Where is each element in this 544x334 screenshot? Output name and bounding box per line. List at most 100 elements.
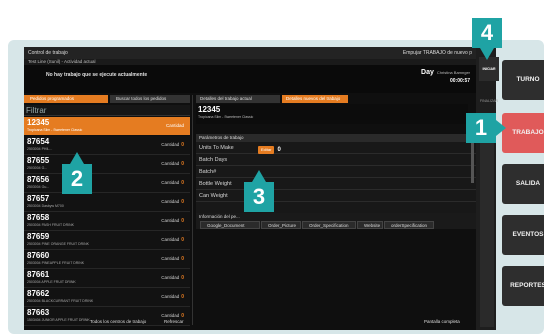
no-job-message: No hay trabajo que se ejecute actualment… [46, 72, 148, 78]
callout-arrow [70, 152, 84, 164]
order-qty: Cantidad 0 [161, 237, 184, 243]
qty-label: Cantidad [161, 294, 180, 299]
qty-label: Cantidad [161, 161, 180, 166]
param-label: Bottle Weight [199, 181, 232, 187]
tab-new-details[interactable]: Detalles nuevos del trabajo [282, 95, 348, 103]
order-number: 87654 [27, 137, 50, 146]
param-row: Units To Make Editar 0 [196, 142, 476, 154]
callout-badge: 1 [466, 113, 496, 143]
list-item[interactable]: 87660 2503004 PINEAPPLE FRUIT DRINK Cantid… [24, 250, 190, 269]
left-tabs: Pedidos programados Buscar todos los ped… [24, 95, 190, 103]
tab-order-picture[interactable]: Order_Picture [261, 221, 301, 229]
param-row: Batch# [196, 166, 476, 178]
order-desc: 2503004 Gu... [27, 185, 50, 189]
tab-search-orders[interactable]: Buscar todos los pedidos [110, 95, 190, 103]
all-centers-button[interactable]: Todos los centros de trabajo [90, 317, 146, 326]
order-desc: 2503004 BLACKCURRANT FRUIT DRINK [27, 299, 94, 303]
day-label: Day [421, 69, 434, 76]
finish-button[interactable]: FINALIZAR [479, 89, 499, 113]
qty-label: Cantidad [161, 275, 180, 280]
order-desc: 2503004 Dasbyw M700 [27, 204, 64, 208]
order-number: 87657 [27, 194, 50, 203]
qty-value: 0 [181, 161, 184, 167]
order-number: 87655 [27, 156, 50, 165]
qty-value: 0 [181, 294, 184, 300]
shift-button[interactable]: TURNO [502, 60, 544, 100]
order-header: 12345 Tropicana Slim - Sweetener Classic [196, 104, 468, 124]
order-number: 87660 [27, 251, 50, 260]
output-button[interactable]: SALIDA [502, 164, 544, 204]
refresh-button[interactable]: Refrescar [164, 317, 184, 326]
callout-arrow [480, 48, 494, 60]
tab-website[interactable]: Website [357, 221, 383, 229]
callout-badge: 3 [244, 182, 274, 212]
order-qty: Cantidad 0 [161, 199, 184, 205]
order-qty: Cantidad 0 [161, 294, 184, 300]
start-button[interactable]: INICIAR [479, 57, 499, 81]
qty-value: 0 [181, 237, 184, 243]
order-qty-label: Cantidad [165, 123, 184, 128]
list-item[interactable]: 87659 2503004 PINE ORANGE FRUIT DRINK Cant… [24, 231, 190, 250]
order-desc: 2503004 PHIL... [27, 147, 53, 151]
qty-value: 0 [181, 275, 184, 281]
order-number: 12345 [27, 118, 50, 127]
tab-order-specification[interactable]: Order_Specification [302, 221, 356, 229]
order-qty: Cantidad 0 [161, 256, 184, 262]
shift-day: Day Christina Bamnger [421, 69, 470, 76]
tab-programmed-orders[interactable]: Pedidos programados [24, 95, 108, 103]
order-list: 87654 2503004 PHIL... Cantidad 0 87655 25030… [24, 136, 190, 326]
job-side-panel: INICIAR FINALIZAR [476, 47, 499, 330]
events-button[interactable]: EVENTOS [502, 215, 544, 255]
list-item[interactable]: 87657 2503004 Dasbyw M700 Cantidad 0 [24, 193, 190, 212]
order-number: 87656 [27, 175, 50, 184]
tab-order-spec[interactable]: orderSpecification [384, 221, 434, 229]
tab-current-details[interactable]: Detalles del trabajo actual [196, 95, 280, 103]
params-heading: Parámetros de trabajo [196, 134, 476, 142]
list-item[interactable]: 87662 2503004 BLACKCURRANT FRUIT DRINK Can… [24, 288, 190, 307]
order-qty: Cantidad 0 [161, 275, 184, 281]
job-button[interactable]: TRABAJO [502, 113, 544, 153]
order-number: 87659 [27, 232, 50, 241]
qty-label: Cantidad [161, 199, 180, 204]
edit-button[interactable]: Editar [258, 146, 275, 154]
callout-arrow [252, 170, 266, 182]
fullscreen-button[interactable]: Pantalla completa [424, 317, 460, 326]
list-item[interactable]: 87656 2503004 Gu... Cantidad 0 [24, 174, 190, 193]
qty-value: 0 [181, 218, 184, 224]
qty-value: 0 [181, 256, 184, 262]
param-row: Batch Days [196, 154, 476, 166]
qty-label: Cantidad [161, 237, 180, 242]
qty-label: Cantidad [161, 180, 180, 185]
callout-badge: 4 [472, 18, 502, 48]
tab-google-document[interactable]: Google_Document [200, 221, 260, 229]
callout-arrow [496, 120, 506, 136]
param-label: Units To Make [199, 145, 234, 151]
left-footer: Todos los centros de trabajo Refrescar [24, 317, 190, 326]
qty-label: Cantidad [161, 256, 180, 261]
order-info-panel: Información del pe... Google_Document Or… [196, 213, 476, 229]
order-number: 87661 [27, 270, 50, 279]
filter-input[interactable]: Filtrar [24, 105, 190, 116]
list-item[interactable]: 87661 2503004 APPLE FRUIT DRINK Cantidad 0 [24, 269, 190, 288]
side-strip [480, 117, 494, 327]
param-row: Can Weight [196, 190, 476, 202]
info-heading: Información del pe... [199, 214, 240, 219]
push-job-link[interactable]: Empujar TRABAJO de nuevo p [403, 47, 472, 59]
current-job-panel: No hay trabajo que se ejecute actualment… [24, 65, 476, 93]
order-qty: Cantidad 0 [161, 180, 184, 186]
qty-label: Cantidad [161, 142, 180, 147]
window-title: Control de trabajo [28, 50, 68, 56]
params-scrollbar[interactable] [471, 143, 474, 183]
reports-button[interactable]: REPORTES [502, 266, 544, 306]
order-qty: Cantidad 0 [161, 161, 184, 167]
order-number: 87663 [27, 308, 50, 317]
list-item[interactable]: 87655 2503004 G... Cantidad 0 [24, 155, 190, 174]
order-number: 87662 [27, 289, 50, 298]
order-number: 12345 [198, 105, 221, 114]
list-item[interactable]: 87658 2503004 PASH FRUIT DRINK Cantidad 0 [24, 212, 190, 231]
list-item[interactable]: 87654 2503004 PHIL... Cantidad 0 [24, 136, 190, 155]
selected-order-row[interactable]: 12345 Tropicana Slim - Sweetener Classic… [24, 117, 190, 135]
qty-value: 0 [181, 142, 184, 148]
callout-badge: 2 [62, 164, 92, 194]
order-desc: Tropicana Slim - Sweetener Classic [198, 115, 254, 119]
